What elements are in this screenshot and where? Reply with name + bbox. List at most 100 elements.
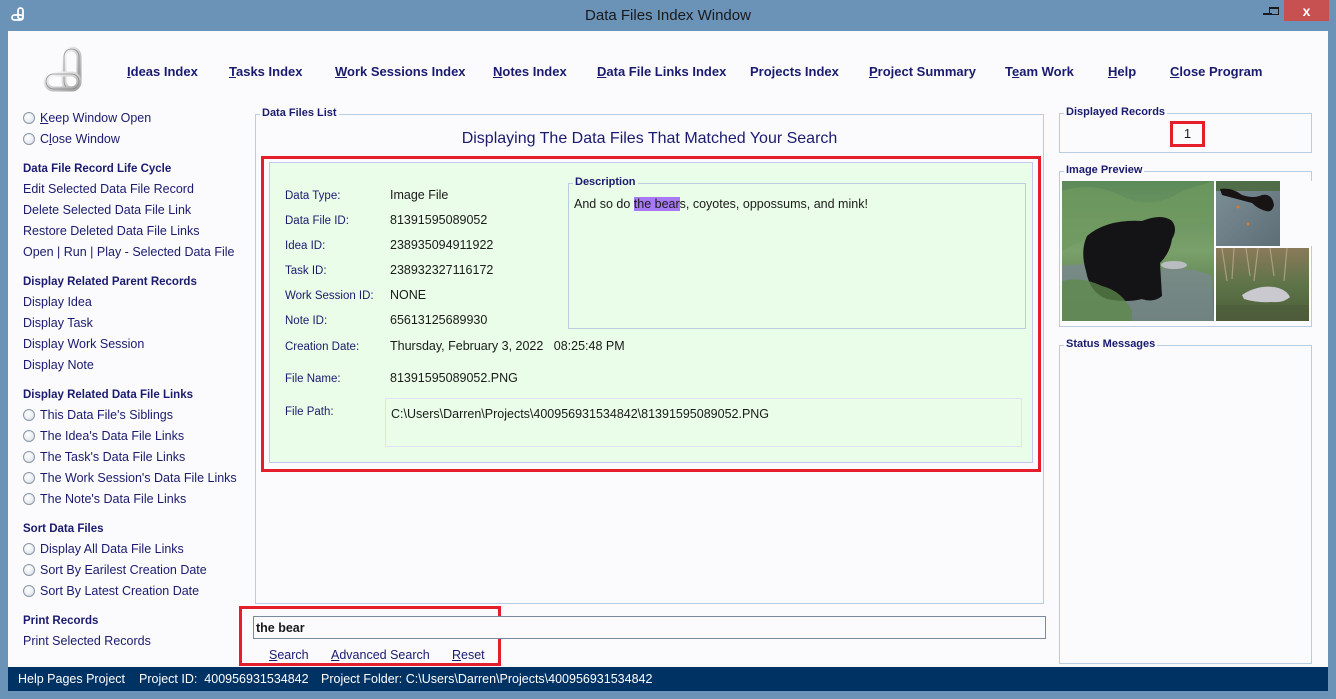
nav-team-work[interactable]: Team Work — [1005, 64, 1074, 79]
radio-work-session-links[interactable]: The Work Session's Data File Links — [23, 471, 237, 485]
display-idea-link[interactable]: Display Idea — [23, 295, 92, 309]
results-heading: Displaying The Data Files That Matched Y… — [461, 130, 838, 147]
status-project-name: Help Pages Project — [18, 672, 126, 686]
work-session-id-value: NONE — [390, 288, 427, 302]
display-task-link[interactable]: Display Task — [23, 316, 93, 330]
nav-help[interactable]: Help — [1108, 64, 1136, 79]
creation-date-label: Creation Date: — [285, 341, 360, 353]
display-note-link[interactable]: Display Note — [23, 358, 94, 372]
status-project-folder: Project Folder: C:\Users\Darren\Projects… — [321, 672, 653, 686]
task-id-label: Task ID: — [285, 265, 327, 277]
opossum-photo-ground — [1216, 305, 1309, 321]
radio-button[interactable] — [23, 133, 35, 145]
radio-button[interactable] — [23, 543, 35, 555]
section-heading-sort: Sort Data Files — [23, 523, 104, 535]
search-input[interactable] — [253, 616, 1046, 639]
status-messages-legend: Status Messages — [1064, 338, 1158, 350]
image-preview[interactable] — [1062, 181, 1312, 322]
radio-keep-window-open[interactable]: Keep Window Open — [23, 111, 151, 125]
description-text[interactable]: And so do the bears, coyotes, oppossums,… — [574, 197, 868, 211]
data-file-record[interactable]: Data Type: Image File Data File ID: 8139… — [269, 162, 1033, 463]
data-file-id-label: Data File ID: — [285, 215, 349, 227]
note-id-label: Note ID: — [285, 315, 328, 327]
file-path-value: C:\Users\Darren\Projects\400956931534842… — [391, 407, 770, 421]
data-file-id-value: 81391595089052 — [390, 213, 488, 227]
file-path-label: File Path: — [285, 406, 334, 418]
description-group: Description And so do the bears, coyotes… — [568, 176, 1026, 329]
print-selected-records-link[interactable]: Print Selected Records — [23, 634, 151, 648]
close-icon: x — [1302, 2, 1311, 19]
task-id-value: 238932327116172 — [390, 263, 494, 277]
nav-ideas-index[interactable]: Ideas Index — [127, 64, 198, 79]
reset-button[interactable]: Reset — [452, 648, 485, 662]
app-window: Data Files Index Window x Ideas Index Ta… — [0, 0, 1336, 699]
radio-task-links[interactable]: The Task's Data File Links — [23, 450, 185, 464]
nav-projects-index[interactable]: Projects Index — [750, 64, 839, 79]
status-bar: Help Pages Project Project ID: 400956931… — [8, 667, 1328, 691]
leaf-spot — [1246, 222, 1250, 226]
window-title: Data Files Index Window — [585, 7, 751, 24]
file-name-label: File Name: — [285, 373, 341, 385]
client-area: Ideas Index Tasks Index Work Sessions In… — [8, 31, 1328, 691]
data-files-list-legend: Data Files List — [260, 107, 339, 119]
radio-button[interactable] — [23, 112, 35, 124]
section-heading-life-cycle: Data File Record Life Cycle — [23, 163, 172, 175]
radio-button[interactable] — [23, 451, 35, 463]
nav-notes-index[interactable]: Notes Index — [493, 64, 567, 79]
note-id-value: 65613125689930 — [390, 313, 488, 327]
radio-button[interactable] — [23, 493, 35, 505]
nav-close-program[interactable]: Close Program — [1170, 64, 1262, 79]
search-button[interactable]: Search — [269, 648, 309, 662]
radio-button[interactable] — [23, 430, 35, 442]
radio-sort-latest[interactable]: Sort By Latest Creation Date — [23, 584, 199, 598]
work-session-id-label: Work Session ID: — [285, 290, 374, 302]
advanced-search-button[interactable]: Advanced Search — [331, 648, 430, 662]
section-heading-related-links: Display Related Data File Links — [23, 389, 194, 401]
data-type-label: Data Type: — [285, 190, 341, 202]
data-type-value: Image File — [390, 188, 449, 202]
radio-siblings[interactable]: This Data File's Siblings — [23, 408, 173, 422]
nav-data-file-links-index[interactable]: Data File Links Index — [597, 64, 726, 79]
radio-display-all[interactable]: Display All Data File Links — [23, 542, 184, 556]
displayed-records-count: 1 — [1170, 121, 1205, 147]
description-legend: Description — [573, 176, 638, 188]
section-heading-print: Print Records — [23, 615, 99, 627]
radio-button[interactable] — [23, 472, 35, 484]
preview-gap — [1280, 181, 1312, 246]
edit-selected-record-link[interactable]: Edit Selected Data File Record — [23, 182, 194, 196]
creation-date-value: Thursday, February 3, 2022 08:25:48 PM — [390, 339, 625, 353]
open-run-play-link[interactable]: Open | Run | Play - Selected Data File — [23, 245, 234, 259]
radio-close-window[interactable]: Cl ose Window — [23, 132, 120, 146]
image-preview-legend: Image Preview — [1064, 164, 1145, 176]
radio-note-links[interactable]: The Note's Data File Links — [23, 492, 186, 506]
displayed-records-group: Displayed Records 1 — [1059, 106, 1312, 153]
idea-id-label: Idea ID: — [285, 240, 326, 252]
leaf-spot — [1236, 205, 1240, 209]
restore-deleted-links-link[interactable]: Restore Deleted Data File Links — [23, 224, 199, 238]
displayed-records-legend: Displayed Records — [1064, 106, 1168, 118]
nav-work-sessions-index[interactable]: Work Sessions Index — [335, 64, 466, 79]
image-preview-group: Image Preview — [1059, 164, 1312, 327]
status-messages-group: Status Messages — [1059, 338, 1312, 664]
file-path-box[interactable]: C:\Users\Darren\Projects\400956931534842… — [385, 398, 1022, 447]
radio-button[interactable] — [23, 585, 35, 597]
maximize-icon — [1269, 6, 1279, 15]
radio-button[interactable] — [23, 564, 35, 576]
radio-sort-earliest[interactable]: Sort By Earilest Creation Date — [23, 563, 207, 577]
title-bar[interactable]: Data Files Index Window x — [0, 0, 1336, 31]
file-name-value: 81391595089052.PNG — [390, 371, 518, 385]
radio-idea-links[interactable]: The Idea's Data File Links — [23, 429, 184, 443]
nav-project-summary[interactable]: Project Summary — [869, 64, 976, 79]
search-match-highlight: the bear — [633, 197, 680, 211]
main-nav: Ideas Index Tasks Index Work Sessions In… — [8, 31, 1328, 101]
app-logo-chain-link-icon — [43, 46, 82, 92]
radio-button[interactable] — [23, 409, 35, 421]
nav-tasks-index[interactable]: Tasks Index — [229, 64, 302, 79]
idea-id-value: 238935094911922 — [390, 238, 494, 252]
close-window-button[interactable]: x — [1284, 0, 1329, 21]
delete-selected-link-link[interactable]: Delete Selected Data File Link — [23, 203, 191, 217]
display-work-session-link[interactable]: Display Work Session — [23, 337, 144, 351]
status-project-id: Project ID: 400956931534842 — [139, 672, 309, 686]
section-heading-parent-records: Display Related Parent Records — [23, 276, 197, 288]
bowl — [1161, 261, 1187, 269]
